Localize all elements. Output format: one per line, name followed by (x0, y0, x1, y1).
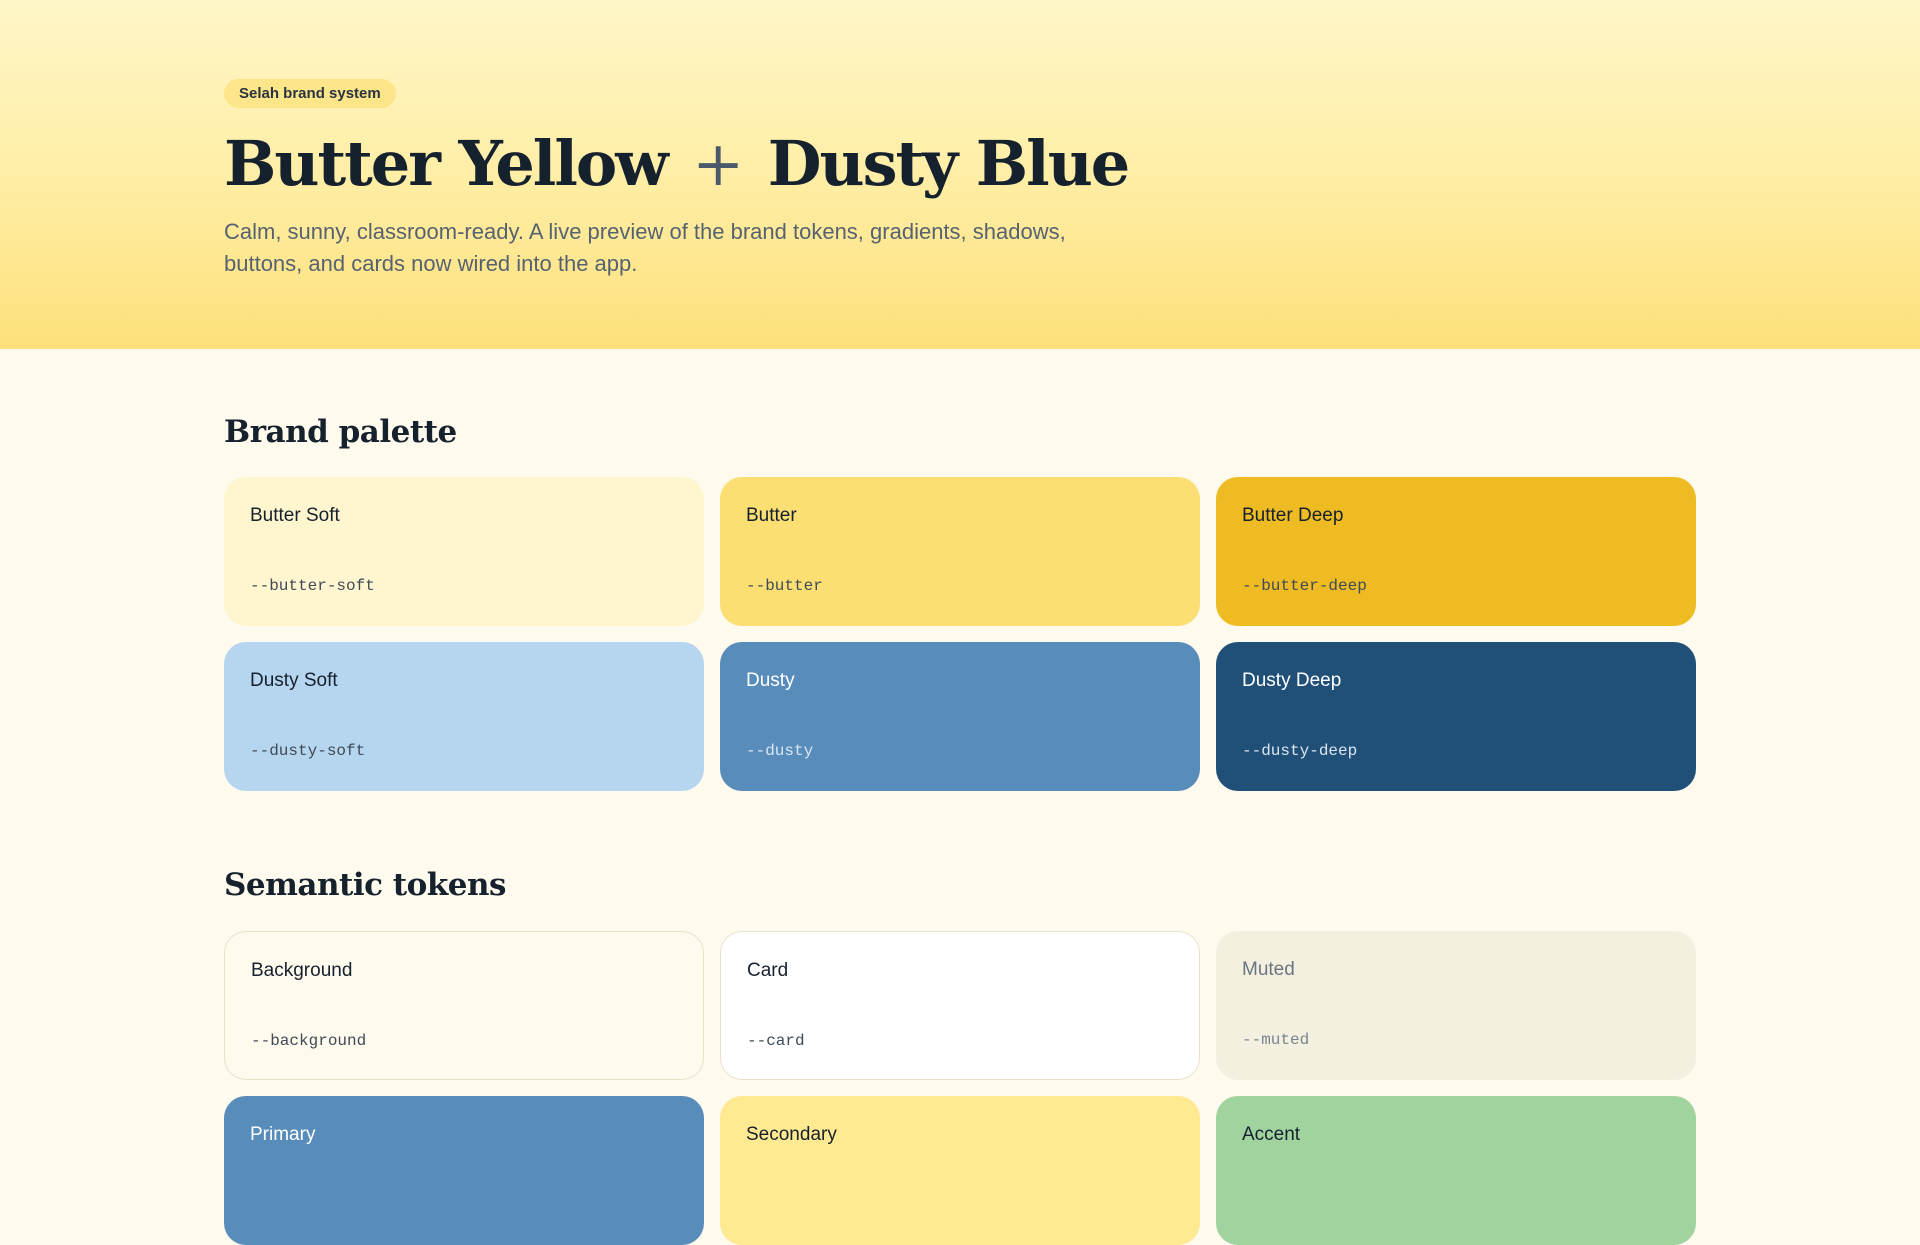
hero-header: Selah brand system Butter Yellow + Dusty… (0, 0, 1920, 349)
swatch-token: --butter-soft (250, 577, 375, 595)
swatch-dusty: Dusty --dusty (720, 642, 1200, 791)
token-name: Muted (1242, 959, 1295, 980)
swatch-token: --butter-deep (1242, 577, 1367, 595)
token-var: --background (251, 1032, 367, 1050)
brand-system-badge: Selah brand system (224, 79, 396, 108)
token-background: Background --background (224, 931, 704, 1080)
swatch-dusty-soft: Dusty Soft --dusty-soft (224, 642, 704, 791)
token-muted: Muted --muted (1216, 931, 1696, 1080)
swatch-name: Butter Deep (1242, 505, 1344, 526)
swatch-name: Dusty Deep (1242, 670, 1342, 691)
token-var: --card (747, 1032, 805, 1050)
token-secondary: Secondary (720, 1096, 1200, 1245)
swatch-name: Butter (746, 505, 797, 526)
swatch-dusty-deep: Dusty Deep --dusty-deep (1216, 642, 1696, 791)
swatch-token: --dusty (746, 742, 814, 760)
token-name: Primary (250, 1124, 316, 1145)
swatch-name: Dusty (746, 670, 795, 691)
brand-palette-heading: Brand palette (224, 414, 457, 450)
token-card: Card --card (720, 931, 1200, 1080)
title-butter-yellow: Butter Yellow (224, 127, 669, 200)
page-title: Butter Yellow + Dusty Blue (224, 126, 1130, 202)
swatch-butter-deep: Butter Deep --butter-deep (1216, 477, 1696, 626)
title-dusty-blue: Dusty Blue (767, 127, 1130, 200)
token-name: Background (251, 960, 353, 981)
token-name: Secondary (746, 1124, 837, 1145)
token-name: Accent (1242, 1124, 1301, 1145)
swatch-name: Dusty Soft (250, 670, 338, 691)
swatch-butter-soft: Butter Soft --butter-soft (224, 477, 704, 626)
swatch-name: Butter Soft (250, 505, 340, 526)
swatch-token: --dusty-soft (250, 742, 366, 760)
semantic-tokens-heading: Semantic tokens (224, 867, 507, 903)
page-subtitle: Calm, sunny, classroom-ready. A live pre… (224, 219, 1066, 276)
swatch-butter: Butter --butter (720, 477, 1200, 626)
token-var: --muted (1242, 1031, 1310, 1049)
token-primary: Primary (224, 1096, 704, 1245)
token-name: Card (747, 960, 789, 981)
swatch-token: --dusty-deep (1242, 742, 1358, 760)
swatch-token: --butter (746, 577, 823, 595)
title-plus: + (692, 127, 744, 200)
token-accent: Accent (1216, 1096, 1696, 1245)
